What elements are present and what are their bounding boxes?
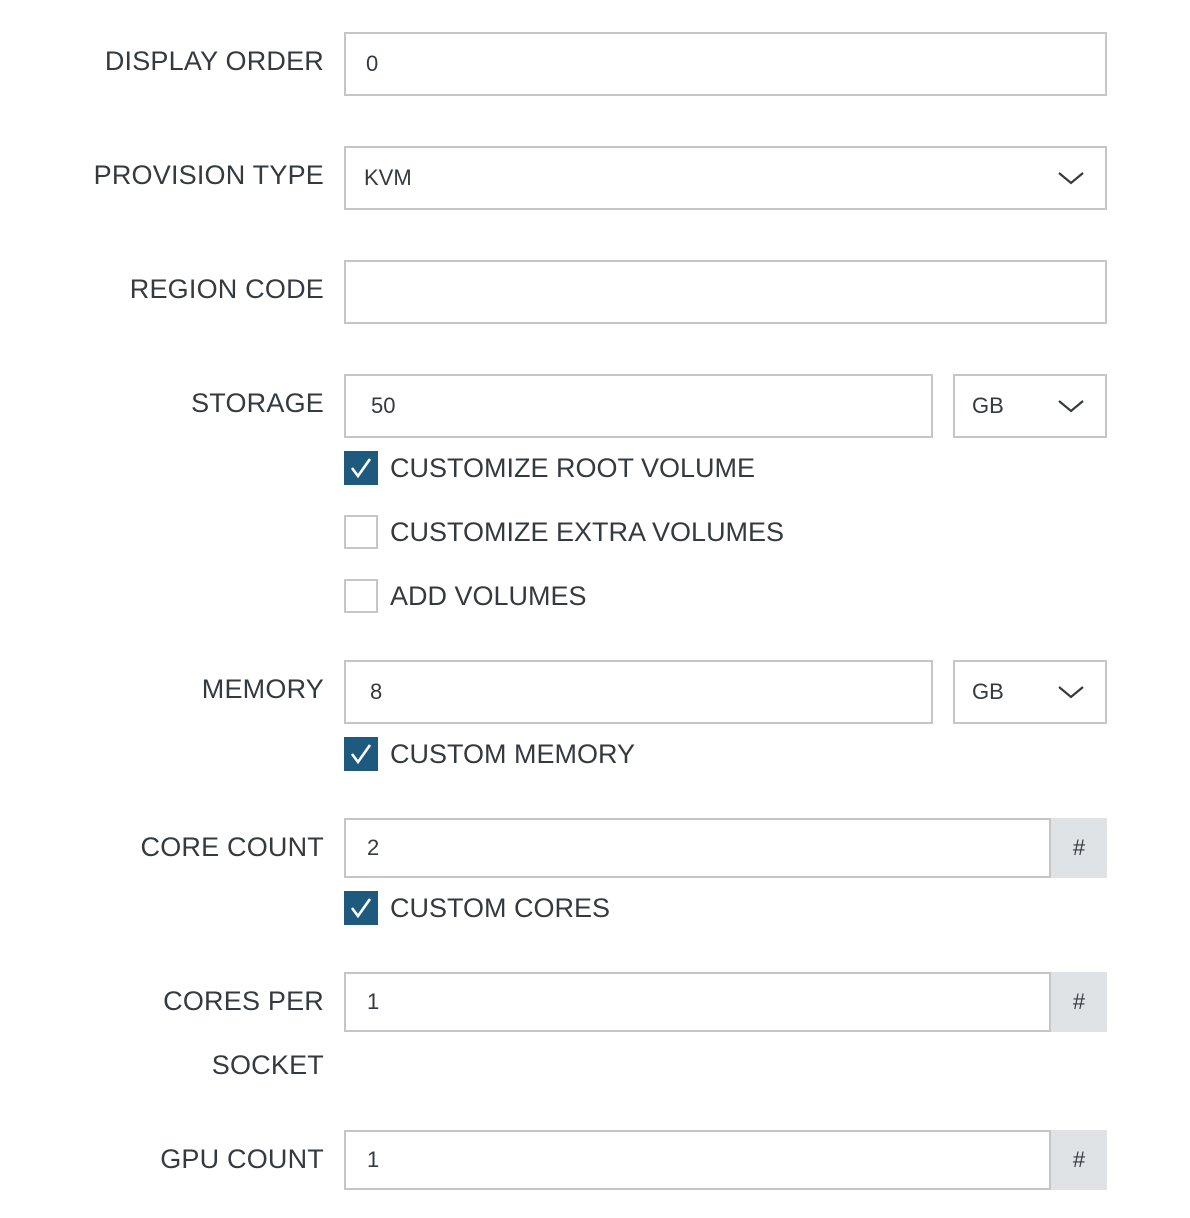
custom-cores-checkbox[interactable] [344, 891, 378, 925]
customize-extra-volumes-label: CUSTOMIZE EXTRA VOLUMES [390, 516, 785, 547]
core-count-input[interactable]: 2 [344, 818, 1051, 878]
storage-value: 50 [371, 393, 396, 418]
cores-per-socket-addon: # [1051, 972, 1107, 1032]
add-volumes-label: ADD VOLUMES [390, 580, 587, 611]
checkmark-icon [350, 744, 372, 765]
memory-label: MEMORY [201, 674, 324, 704]
cores-per-socket-value: 1 [367, 989, 380, 1014]
chevron-down-icon [1058, 400, 1084, 413]
customize-root-volume-option[interactable]: CUSTOMIZE ROOT VOLUME [344, 451, 755, 485]
gpu-count-addon: # [1051, 1130, 1107, 1190]
core-count-label: CORE COUNT [140, 832, 324, 862]
add-volumes-option[interactable]: ADD VOLUMES [344, 579, 587, 613]
cores-per-socket-label-line1: CORES PER [163, 986, 324, 1016]
gpu-count-value: 1 [367, 1147, 380, 1172]
add-volumes-checkbox[interactable] [344, 579, 378, 613]
display-order-input[interactable]: 0 [344, 32, 1107, 96]
custom-cores-option[interactable]: CUSTOM CORES [344, 891, 610, 925]
storage-input[interactable]: 50 [344, 374, 933, 438]
provision-type-select[interactable]: KVM [344, 146, 1107, 210]
customize-root-volume-checkbox[interactable] [344, 451, 378, 485]
custom-memory-checkbox[interactable] [344, 737, 378, 771]
cores-per-socket-label-line2: SOCKET [211, 1050, 324, 1080]
core-count-addon: # [1051, 818, 1107, 878]
chevron-down-icon [1058, 172, 1084, 185]
memory-unit-value: GB [972, 679, 1004, 704]
memory-input[interactable]: 8 [344, 660, 933, 724]
cores-per-socket-input[interactable]: 1 [344, 972, 1051, 1032]
custom-memory-label: CUSTOM MEMORY [390, 738, 636, 769]
checkmark-icon [350, 458, 372, 479]
region-code-input[interactable] [344, 260, 1107, 324]
core-count-value: 2 [367, 835, 380, 860]
provision-type-label: PROVISION TYPE [93, 160, 324, 190]
storage-unit-select[interactable]: GB [953, 374, 1107, 438]
storage-label: STORAGE [191, 388, 324, 418]
custom-memory-option[interactable]: CUSTOM MEMORY [344, 737, 635, 771]
chevron-down-icon [1058, 686, 1084, 699]
provision-type-value: KVM [364, 165, 412, 190]
display-order-label: DISPLAY ORDER [104, 46, 324, 76]
memory-unit-select[interactable]: GB [953, 660, 1107, 724]
storage-unit-value: GB [972, 393, 1004, 418]
customize-root-volume-label: CUSTOMIZE ROOT VOLUME [390, 452, 756, 483]
checkmark-icon [350, 898, 372, 919]
region-code-label: REGION CODE [129, 274, 324, 304]
memory-value: 8 [370, 679, 383, 704]
customize-extra-volumes-checkbox[interactable] [344, 515, 378, 549]
gpu-count-input[interactable]: 1 [344, 1130, 1051, 1190]
display-order-value: 0 [366, 51, 379, 76]
customize-extra-volumes-option[interactable]: CUSTOMIZE EXTRA VOLUMES [344, 515, 784, 549]
gpu-count-label: GPU COUNT [160, 1144, 324, 1174]
custom-cores-label: CUSTOM CORES [390, 892, 611, 923]
